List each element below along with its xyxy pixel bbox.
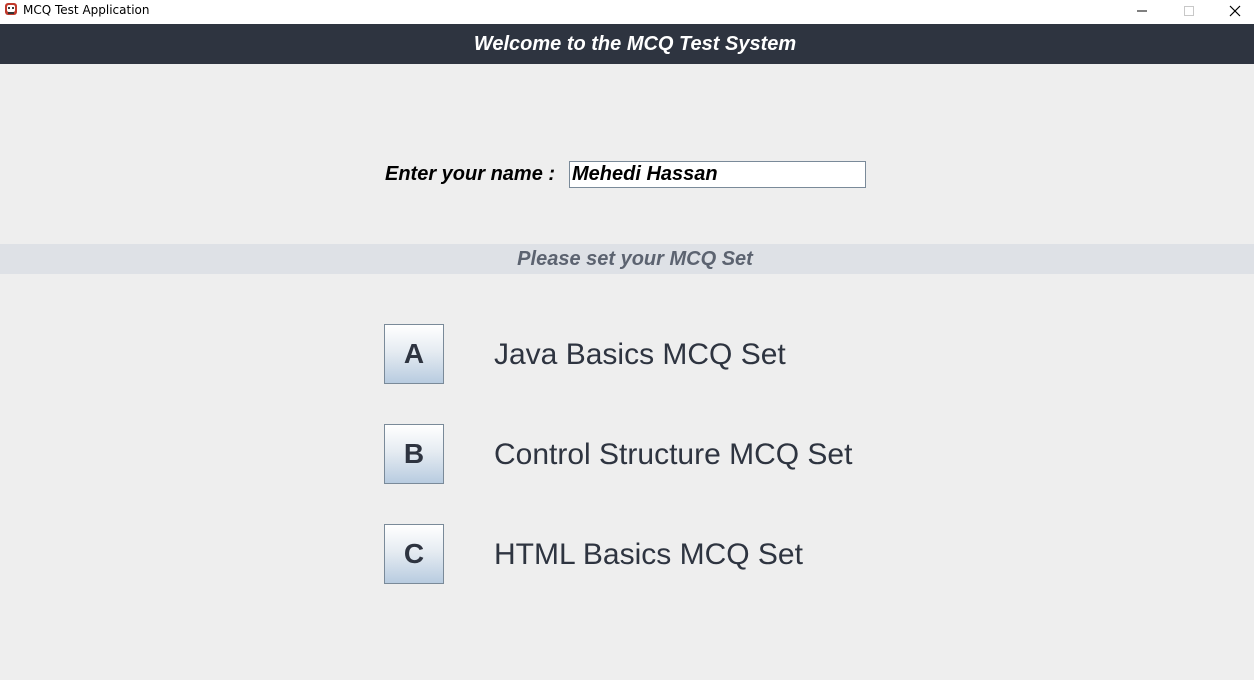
- minimize-icon: [1137, 10, 1147, 12]
- page-title: Welcome to the MCQ Test System: [473, 32, 797, 55]
- welcome-header: Welcome to the MCQ Test System: [0, 24, 1254, 64]
- set-a-button[interactable]: A: [384, 324, 444, 384]
- maximize-button[interactable]: [1166, 0, 1212, 22]
- set-selection-prompt: Please set your MCQ Set: [517, 247, 753, 270]
- set-b-label: Control Structure MCQ Set: [494, 438, 853, 471]
- window-title: MCQ Test Application: [23, 3, 150, 17]
- title-bar[interactable]: MCQ Test Application: [0, 0, 1254, 24]
- maximize-icon: [1184, 6, 1194, 16]
- minimize-button[interactable]: [1119, 0, 1165, 22]
- close-icon: [1229, 5, 1241, 17]
- app-window: MCQ Test Application Welcome to the MCQ …: [0, 0, 1254, 680]
- set-a-label: Java Basics MCQ Set: [494, 338, 786, 371]
- set-selection-header: Please set your MCQ Set: [0, 244, 1254, 274]
- name-input[interactable]: [569, 161, 866, 188]
- set-c-label: HTML Basics MCQ Set: [494, 538, 803, 571]
- app-cat-icon: [5, 3, 17, 15]
- name-label: Enter your name :: [385, 163, 556, 185]
- set-c-button[interactable]: C: [384, 524, 444, 584]
- close-button[interactable]: [1212, 0, 1254, 22]
- set-b-button[interactable]: B: [384, 424, 444, 484]
